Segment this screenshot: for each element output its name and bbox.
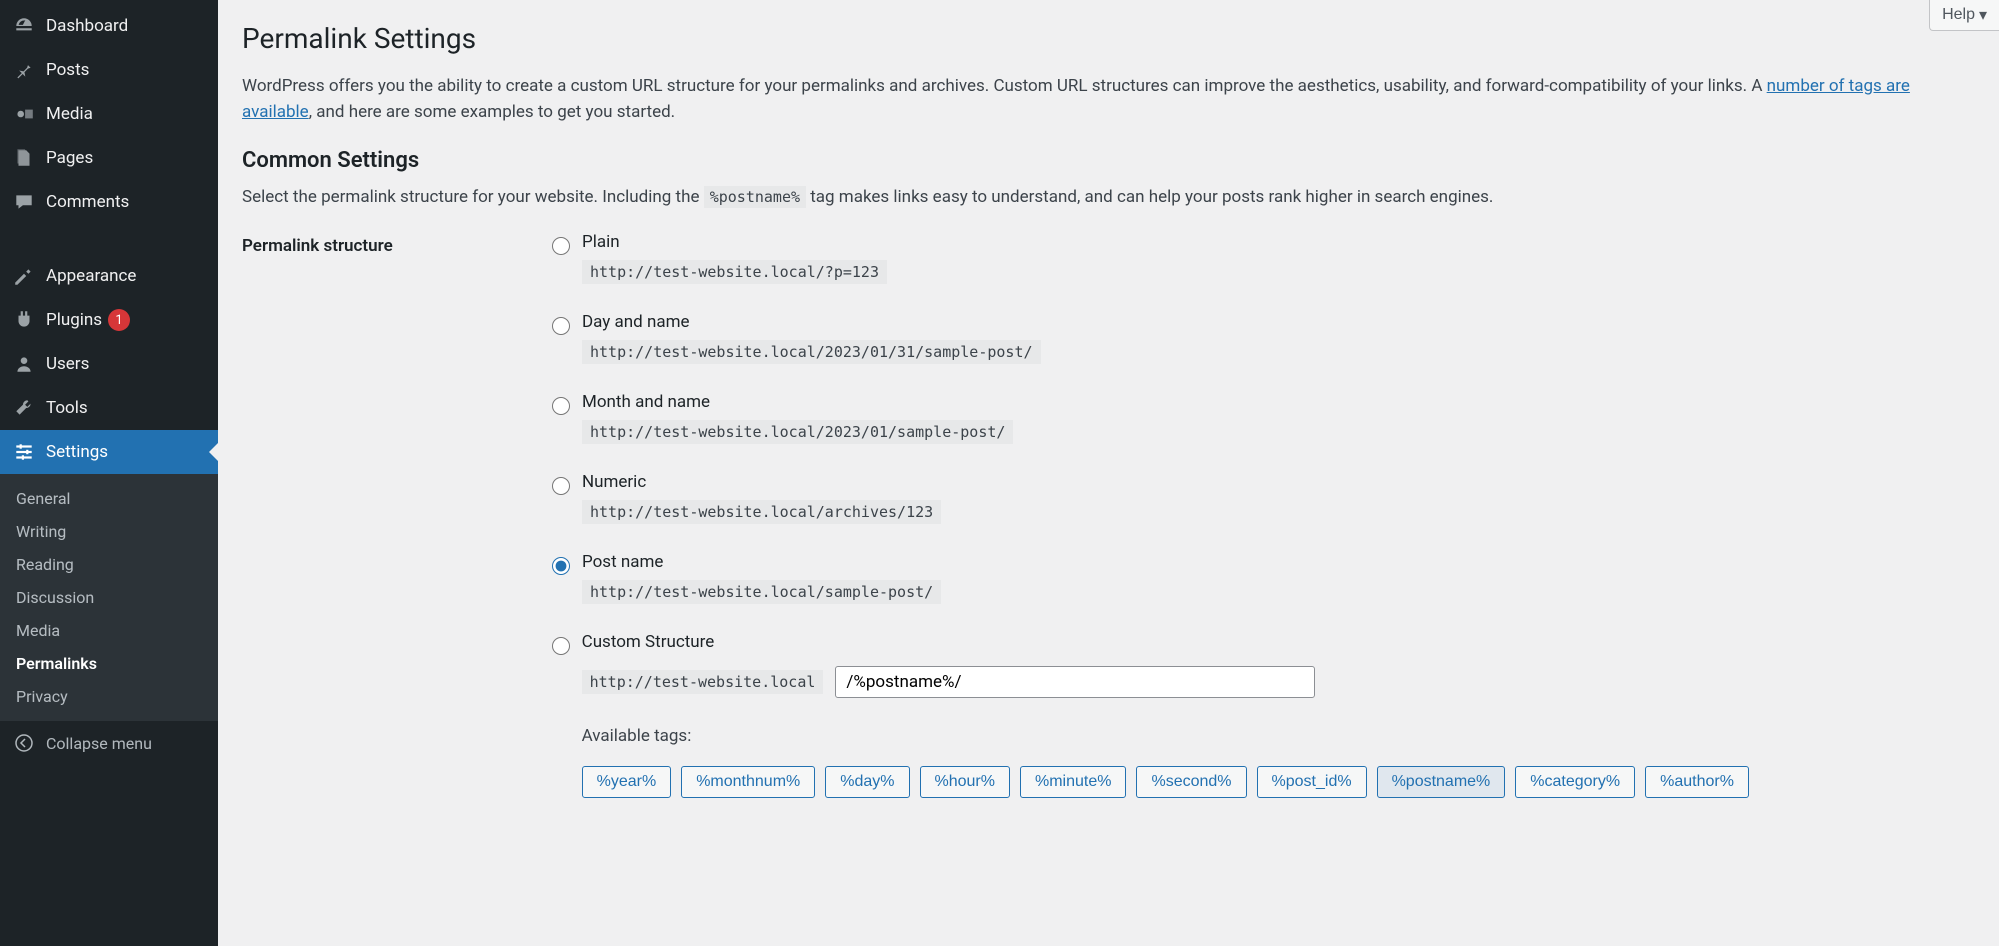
- sidebar-label: Plugins: [46, 310, 102, 330]
- sidebar-label: Settings: [46, 442, 108, 462]
- example-plain: http://test-website.local/?p=123: [582, 260, 887, 284]
- custom-prefix: http://test-website.local: [582, 670, 824, 694]
- main-content: Help ▾ Permalink Settings WordPress offe…: [218, 0, 1999, 946]
- select-description: Select the permalink structure for your …: [242, 185, 1975, 211]
- dashboard-icon: [12, 14, 36, 38]
- sidebar-item-appearance[interactable]: Appearance: [0, 254, 218, 298]
- intro-text-2: , and here are some examples to get you …: [309, 102, 675, 122]
- radio-option-post-name[interactable]: Post name http://test-website.local/samp…: [552, 552, 1975, 604]
- appearance-icon: [12, 264, 36, 288]
- tag-button-minute[interactable]: %minute%: [1020, 766, 1126, 798]
- sidebar-item-dashboard[interactable]: Dashboard: [0, 4, 218, 48]
- tag-button-day[interactable]: %day%: [825, 766, 909, 798]
- example-numeric: http://test-website.local/archives/123: [582, 500, 941, 524]
- submenu-item-discussion[interactable]: Discussion: [0, 581, 218, 614]
- plugin-update-badge: 1: [108, 309, 130, 331]
- sidebar-label: Users: [46, 354, 89, 374]
- submenu-item-general[interactable]: General: [0, 482, 218, 515]
- plugins-icon: [12, 308, 36, 332]
- sidebar-item-comments[interactable]: Comments: [0, 180, 218, 224]
- sidebar-item-pages[interactable]: Pages: [0, 136, 218, 180]
- sidebar-label: Posts: [46, 60, 89, 80]
- chevron-down-icon: ▾: [1979, 5, 1987, 25]
- tag-button-category[interactable]: %category%: [1515, 766, 1635, 798]
- tag-buttons-row: %year% %monthnum% %day% %hour% %minute% …: [582, 766, 1975, 798]
- comments-icon: [12, 190, 36, 214]
- sidebar-item-media[interactable]: Media: [0, 92, 218, 136]
- radio-label-custom: Custom Structure: [582, 632, 1975, 652]
- sidebar-item-posts[interactable]: Posts: [0, 48, 218, 92]
- tag-button-year[interactable]: %year%: [582, 766, 672, 798]
- sidebar-label: Dashboard: [46, 16, 128, 36]
- radio-input-custom[interactable]: [552, 637, 570, 655]
- available-tags-label: Available tags:: [582, 726, 1975, 746]
- submenu-item-writing[interactable]: Writing: [0, 515, 218, 548]
- select-text-before: Select the permalink structure for your …: [242, 187, 704, 207]
- select-text-after: tag makes links easy to understand, and …: [806, 187, 1493, 207]
- radio-input-day-name[interactable]: [552, 317, 570, 335]
- intro-text-1: WordPress offers you the ability to crea…: [242, 76, 1767, 96]
- radio-input-post-name[interactable]: [552, 557, 570, 575]
- submenu-item-permalinks[interactable]: Permalinks: [0, 647, 218, 680]
- menu-separator: [0, 224, 218, 254]
- radio-option-custom[interactable]: Custom Structure http://test-website.loc…: [552, 632, 1975, 798]
- permalink-structure-field: Plain http://test-website.local/?p=123 D…: [552, 232, 1975, 798]
- radio-label-plain: Plain: [582, 232, 887, 252]
- intro-paragraph: WordPress offers you the ability to crea…: [242, 73, 1975, 126]
- users-icon: [12, 352, 36, 376]
- submenu-item-media[interactable]: Media: [0, 614, 218, 647]
- sidebar-label: Appearance: [46, 266, 136, 286]
- radio-input-plain[interactable]: [552, 237, 570, 255]
- sidebar-label: Media: [46, 104, 93, 124]
- radio-label-post-name: Post name: [582, 552, 941, 572]
- radio-label-day-name: Day and name: [582, 312, 1041, 332]
- collapse-menu-button[interactable]: Collapse menu: [0, 721, 218, 765]
- media-icon: [12, 102, 36, 126]
- radio-input-numeric[interactable]: [552, 477, 570, 495]
- custom-structure-input[interactable]: [835, 666, 1315, 698]
- pages-icon: [12, 146, 36, 170]
- tag-button-monthnum[interactable]: %monthnum%: [681, 766, 815, 798]
- permalink-radio-group: Plain http://test-website.local/?p=123 D…: [552, 232, 1975, 798]
- pin-icon: [12, 58, 36, 82]
- example-day-name: http://test-website.local/2023/01/31/sam…: [582, 340, 1041, 364]
- page-title: Permalink Settings: [242, 10, 1975, 59]
- radio-input-month-name[interactable]: [552, 397, 570, 415]
- tag-button-author[interactable]: %author%: [1645, 766, 1749, 798]
- example-month-name: http://test-website.local/2023/01/sample…: [582, 420, 1013, 444]
- radio-label-numeric: Numeric: [582, 472, 941, 492]
- tag-button-hour[interactable]: %hour%: [920, 766, 1010, 798]
- tag-button-postname[interactable]: %postname%: [1377, 766, 1506, 798]
- common-settings-heading: Common Settings: [242, 148, 1975, 173]
- help-label: Help: [1942, 6, 1975, 24]
- settings-icon: [12, 440, 36, 464]
- tag-button-post-id[interactable]: %post_id%: [1257, 766, 1367, 798]
- radio-option-month-name[interactable]: Month and name http://test-website.local…: [552, 392, 1975, 444]
- settings-submenu: General Writing Reading Discussion Media…: [0, 474, 218, 721]
- submenu-item-reading[interactable]: Reading: [0, 548, 218, 581]
- sidebar-label: Comments: [46, 192, 129, 212]
- example-post-name: http://test-website.local/sample-post/: [582, 580, 941, 604]
- sidebar-label: Tools: [46, 398, 88, 418]
- sidebar-item-users[interactable]: Users: [0, 342, 218, 386]
- radio-label-month-name: Month and name: [582, 392, 1013, 412]
- radio-option-numeric[interactable]: Numeric http://test-website.local/archiv…: [552, 472, 1975, 524]
- sidebar-label: Pages: [46, 148, 93, 168]
- admin-sidebar: Dashboard Posts Media Pages Comments App…: [0, 0, 218, 946]
- permalink-structure-label: Permalink structure: [242, 232, 552, 798]
- collapse-label: Collapse menu: [46, 734, 152, 753]
- submenu-item-privacy[interactable]: Privacy: [0, 680, 218, 713]
- collapse-icon: [12, 731, 36, 755]
- sidebar-item-tools[interactable]: Tools: [0, 386, 218, 430]
- help-tab-button[interactable]: Help ▾: [1929, 0, 1999, 31]
- postname-tag-code: %postname%: [704, 186, 806, 208]
- permalink-structure-row: Permalink structure Plain http://test-we…: [242, 232, 1975, 798]
- sidebar-item-settings[interactable]: Settings: [0, 430, 218, 474]
- tag-button-second[interactable]: %second%: [1136, 766, 1246, 798]
- tools-icon: [12, 396, 36, 420]
- sidebar-item-plugins[interactable]: Plugins 1: [0, 298, 218, 342]
- radio-option-day-name[interactable]: Day and name http://test-website.local/2…: [552, 312, 1975, 364]
- radio-option-plain[interactable]: Plain http://test-website.local/?p=123: [552, 232, 1975, 284]
